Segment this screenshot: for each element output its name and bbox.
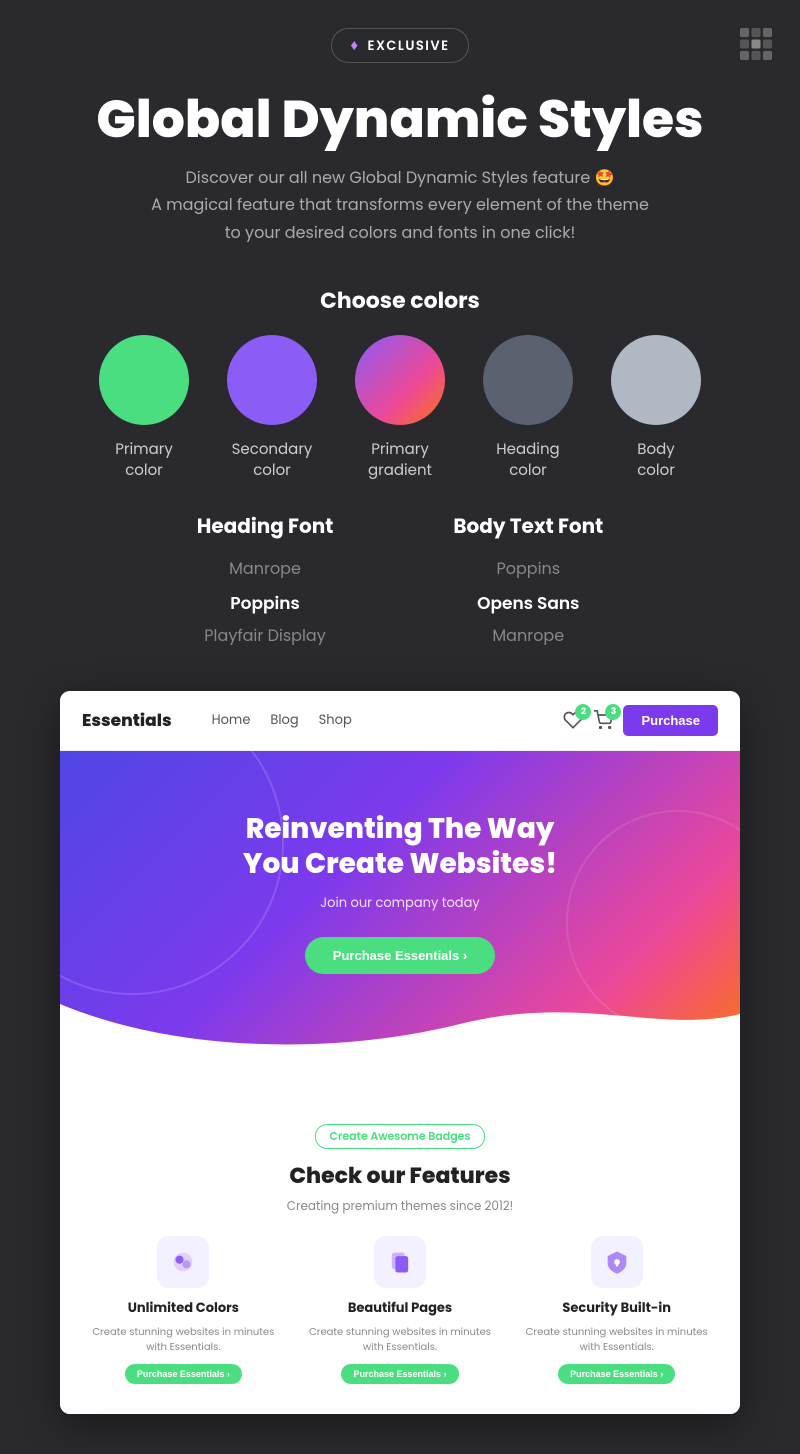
preview-card: Essentials Home Blog Shop 2 3 Purchase: [60, 691, 740, 1414]
feature-security-desc: Create stunning websites in minutes with…: [513, 1324, 720, 1354]
hero-banner-line2: You Create Websites!: [243, 844, 557, 883]
nav-links: Home Blog Shop: [212, 710, 540, 730]
subtitle-line3: to your desired colors and fonts in one …: [80, 219, 720, 246]
nav-link-blog[interactable]: Blog: [270, 710, 298, 730]
nav-purchase-button[interactable]: Purchase: [623, 705, 718, 736]
color-item-primary: Primarycolor: [99, 335, 189, 481]
logo-icon: [740, 28, 772, 67]
body-font-option-poppins[interactable]: Poppins: [496, 555, 560, 584]
primary-color-circle[interactable]: [99, 335, 189, 425]
gradient-color-label: Primarygradient: [368, 439, 432, 481]
body-font-title: Body Text Font: [453, 511, 603, 541]
feature-security-name: Security Built-in: [562, 1298, 671, 1318]
colors-section-title: Choose colors: [0, 284, 800, 317]
feature-pages-desc: Create stunning websites in minutes with…: [297, 1324, 504, 1354]
exclusive-badge: ♦ EXCLUSIVE: [331, 28, 468, 63]
features-badge: Create Awesome Badges: [315, 1124, 486, 1149]
hero-banner-line1: Reinventing The Way: [246, 809, 554, 848]
gradient-color-circle[interactable]: [355, 335, 445, 425]
preview-navbar: Essentials Home Blog Shop 2 3 Purchase: [60, 691, 740, 751]
cart-count: 3: [605, 704, 621, 720]
features-title: Check our Features: [80, 1159, 720, 1192]
feature-security-icon: [591, 1236, 643, 1288]
nav-brand: Essentials: [82, 707, 172, 733]
body-font-option-opensans[interactable]: Opens Sans: [477, 588, 579, 619]
wave-divider: [60, 1052, 740, 1102]
body-font-option-manrope[interactable]: Manrope: [492, 622, 564, 651]
feature-pages-name: Beautiful Pages: [348, 1298, 452, 1318]
color-item-heading: Headingcolor: [483, 335, 573, 481]
secondary-color-label: Secondarycolor: [232, 439, 313, 481]
color-item-gradient: Primarygradient: [355, 335, 445, 481]
heading-font-option-manrope[interactable]: Manrope: [229, 555, 301, 584]
heading-font-option-poppins[interactable]: Poppins: [230, 588, 299, 619]
fonts-section: Heading Font Manrope Poppins Playfair Di…: [0, 511, 800, 651]
badge-label: EXCLUSIVE: [368, 36, 450, 56]
features-subtitle: Creating premium themes since 2012!: [80, 1198, 720, 1216]
feature-colors-btn[interactable]: Purchase Essentials ›: [125, 1364, 242, 1384]
top-bar: ♦ EXCLUSIVE: [0, 0, 800, 73]
heading-color-label: Headingcolor: [496, 439, 559, 481]
heading-font-option-playfair[interactable]: Playfair Display: [204, 622, 325, 651]
feature-pages-btn[interactable]: Purchase Essentials ›: [341, 1364, 458, 1384]
primary-color-label: Primarycolor: [115, 439, 173, 481]
diamond-icon: ♦: [350, 34, 359, 57]
body-font-group: Body Text Font Poppins Opens Sans Manrop…: [453, 511, 603, 651]
hero-banner-cta[interactable]: Purchase Essentials ›: [305, 937, 495, 974]
hero-banner-subtitle: Join our company today: [80, 893, 720, 913]
feature-pages-icon: [374, 1236, 426, 1288]
subtitle-line1: Discover our all new Global Dynamic Styl…: [80, 164, 720, 191]
secondary-color-circle[interactable]: [227, 335, 317, 425]
nav-link-shop[interactable]: Shop: [319, 710, 352, 730]
feature-security-btn[interactable]: Purchase Essentials ›: [558, 1364, 675, 1384]
wishlist-count: 2: [575, 704, 591, 720]
hero-subtitle: Discover our all new Global Dynamic Styl…: [0, 156, 800, 246]
feature-item-security: Security Built-in Create stunning websit…: [513, 1236, 720, 1384]
body-color-label: Bodycolor: [637, 439, 675, 481]
feature-colors-icon: [157, 1236, 209, 1288]
heading-color-circle[interactable]: [483, 335, 573, 425]
page-title: Global Dynamic Styles: [0, 73, 800, 156]
features-grid: Unlimited Colors Create stunning website…: [80, 1236, 720, 1384]
feature-item-colors: Unlimited Colors Create stunning website…: [80, 1236, 287, 1384]
feature-colors-name: Unlimited Colors: [128, 1298, 239, 1318]
nav-link-home[interactable]: Home: [212, 710, 251, 730]
heading-font-group: Heading Font Manrope Poppins Playfair Di…: [197, 511, 334, 651]
color-circles: Primarycolor Secondarycolor Primarygradi…: [0, 335, 800, 481]
color-item-body: Bodycolor: [611, 335, 701, 481]
preview-features: Create Awesome Badges Check our Features…: [60, 1102, 740, 1414]
feature-item-pages: Beautiful Pages Create stunning websites…: [297, 1236, 504, 1384]
color-item-secondary: Secondarycolor: [227, 335, 317, 481]
hero-banner-title: Reinventing The Way You Create Websites!: [80, 811, 720, 881]
subtitle-line2: A magical feature that transforms every …: [80, 191, 720, 218]
body-color-circle[interactable]: [611, 335, 701, 425]
cart-icon[interactable]: 3: [593, 710, 613, 730]
feature-colors-desc: Create stunning websites in minutes with…: [80, 1324, 287, 1354]
nav-icons: 2 3 Purchase: [563, 705, 718, 736]
wishlist-icon[interactable]: 2: [563, 710, 583, 730]
heading-font-title: Heading Font: [197, 511, 334, 541]
